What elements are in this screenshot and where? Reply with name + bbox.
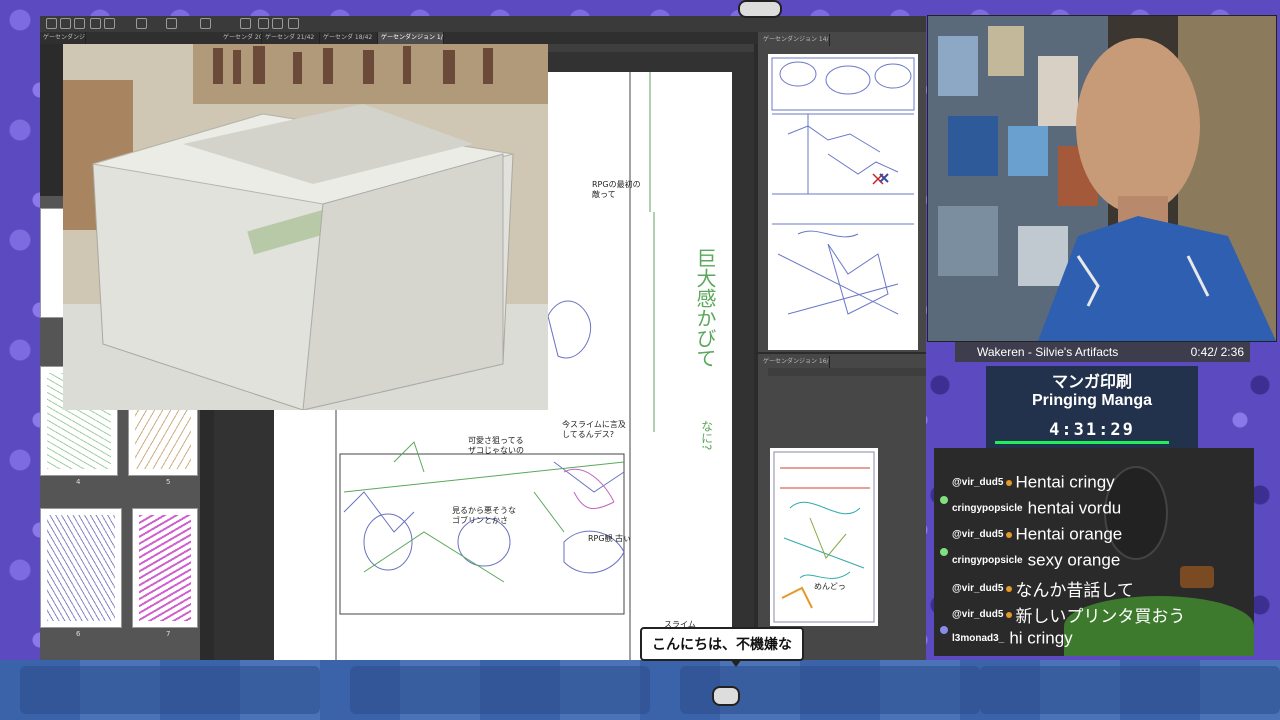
bottom-decor-strip: [0, 660, 1280, 720]
caption-speech-bubble: こんにちは、不機嫌な: [640, 627, 804, 667]
page-number: 5: [166, 478, 171, 486]
printer-photo: [63, 44, 548, 410]
chat-text: sexy orange: [1027, 550, 1121, 570]
bottom-decor-segment: [20, 666, 320, 714]
badge-icon: [1006, 611, 1013, 618]
chat-message: @vir_dud5 Hentai cringy: [952, 472, 1115, 496]
sketch-vertical-text: 巨大感かびて: [693, 248, 717, 368]
chat-text: Hentai cringy: [1015, 472, 1115, 492]
song-time: 0:42/ 2:36: [1190, 345, 1244, 359]
chat-text: Hentai orange: [1015, 524, 1123, 544]
chat-message: @vir_dud5 新しいプリンタ買おう: [952, 602, 1185, 626]
clear-icon[interactable]: [200, 18, 211, 29]
chat-text: hi cringy: [1009, 628, 1073, 648]
chat-username: @vir_dud5: [952, 609, 1004, 620]
redo-icon[interactable]: [104, 18, 115, 29]
speech-bubble-text: 今スライムに言及 してるんデス?: [562, 420, 626, 440]
stream-title-japanese: マンガ印刷: [1051, 372, 1132, 391]
sketch-drawing: [771, 57, 915, 315]
pixel-sprite-icon: [738, 0, 782, 18]
flip-icon[interactable]: [272, 18, 283, 29]
ruler: [548, 44, 754, 52]
chat-overlay: @vir_dud5 Hentai cringy cringypopsicle he…: [934, 448, 1254, 656]
speech-bubble-text: 可愛さ狙ってる ザコじゃないの: [468, 436, 524, 456]
speech-bubble-text: RPG観 古ぃ: [588, 534, 632, 543]
document-tab[interactable]: ゲーセンダ 18/42: [320, 32, 378, 44]
secondary-canvas-panel[interactable]: ゲーセンダンジョン 16/42 めんどっ: [758, 354, 926, 660]
page-number: 7: [166, 630, 171, 638]
chat-message: cringypopsicle sexy orange: [952, 550, 1120, 574]
stream-timer: 4:31:29: [1049, 420, 1135, 440]
chat-message: @vir_dud5 Hentai orange: [952, 524, 1122, 548]
chat-username: @vir_dud5: [952, 529, 1004, 540]
stream-title-english: Pringing Manga: [1032, 392, 1152, 409]
chat-message: @vir_dud5 なんか昔話して: [952, 576, 1134, 600]
status-dot-icon: [940, 548, 948, 556]
bottom-decor-segment: [350, 666, 650, 714]
document-tab-active[interactable]: ゲーセンダンジョン 1/42: [378, 32, 444, 44]
manga-page-preview: [768, 54, 918, 350]
now-playing-bar: Wakeren - Silvie's Artifacts 0:42/ 2:36: [955, 342, 1250, 362]
open-file-icon[interactable]: [60, 18, 71, 29]
badge-icon: [1006, 585, 1013, 592]
new-file-icon[interactable]: [46, 18, 57, 29]
chat-text: hentai vordu: [1027, 498, 1122, 518]
chat-username: @vir_dud5: [952, 477, 1004, 488]
undo-icon[interactable]: [90, 18, 101, 29]
status-dot-icon: [940, 626, 948, 634]
timer-progress-bar: [995, 441, 1169, 444]
chat-message: cringypopsicle hentai vordu: [952, 498, 1121, 522]
sketch-drawing: [773, 451, 875, 623]
song-title: Wakeren - Silvie's Artifacts: [977, 345, 1119, 359]
panel-tab[interactable]: ゲーセンダンジョン 14/42: [760, 34, 830, 46]
bottom-decor-segment: [980, 666, 1280, 714]
chat-message: l3monad3_ hi cringy: [952, 628, 1073, 652]
check-icon[interactable]: [258, 18, 269, 29]
page-thumbnail[interactable]: [40, 508, 122, 628]
speech-bubble-text: 見るから悪そうな ゴブリンとかさ: [452, 506, 516, 526]
chat-username: cringypopsicle: [952, 555, 1023, 566]
document-tab[interactable]: ゲーセンダンジョン: [40, 32, 86, 44]
app-toolbar: [40, 16, 926, 33]
sketch-vertical-text: なに?: [699, 420, 714, 451]
document-tab[interactable]: ゲーセンダ 20/42: [220, 32, 262, 44]
stream-title-box: マンガ印刷 Pringing Manga 4:31:29: [986, 366, 1198, 448]
chat-username: @vir_dud5: [952, 583, 1004, 594]
badge-icon: [1006, 479, 1013, 486]
printer-photo-overlay: [63, 44, 548, 410]
chat-username: l3monad3_: [952, 633, 1005, 644]
settings-icon[interactable]: [136, 18, 147, 29]
chat-text: 新しいプリンタ買おう: [1015, 607, 1186, 626]
badge-icon: [1006, 531, 1013, 538]
page-thumbnail[interactable]: [132, 508, 198, 628]
page-number: 6: [76, 630, 81, 638]
help-icon[interactable]: [288, 18, 299, 29]
ruler: [768, 368, 926, 376]
page-number: 4: [76, 478, 81, 486]
document-tab[interactable]: ゲーセンダ 21/42: [262, 32, 320, 44]
manga-page-preview: めんどっ: [770, 448, 878, 626]
chat-username: cringypopsicle: [952, 503, 1023, 514]
panel-tab[interactable]: ゲーセンダンジョン 16/42: [760, 356, 830, 368]
save-icon[interactable]: [74, 18, 85, 29]
webcam-image: [928, 16, 1276, 341]
chat-text: なんか昔話して: [1015, 581, 1134, 600]
check-icon[interactable]: [240, 18, 251, 29]
sketch-caption: めんどっ: [814, 582, 846, 591]
speech-bubble-text: RPGの最初の 敵って: [592, 180, 641, 200]
pixel-sprite-icon: [712, 686, 740, 706]
document-tabbar: ゲーセンダンジョン ゲーセンダ 20/42 ゲーセンダ 21/42 ゲーセンダ …: [40, 32, 760, 44]
transform-icon[interactable]: [166, 18, 177, 29]
treasure-chest-icon: [1180, 566, 1214, 588]
secondary-canvas-panel[interactable]: ゲーセンダンジョン 14/42: [758, 32, 926, 352]
webcam-feed: [927, 15, 1277, 342]
status-dot-icon: [940, 496, 948, 504]
